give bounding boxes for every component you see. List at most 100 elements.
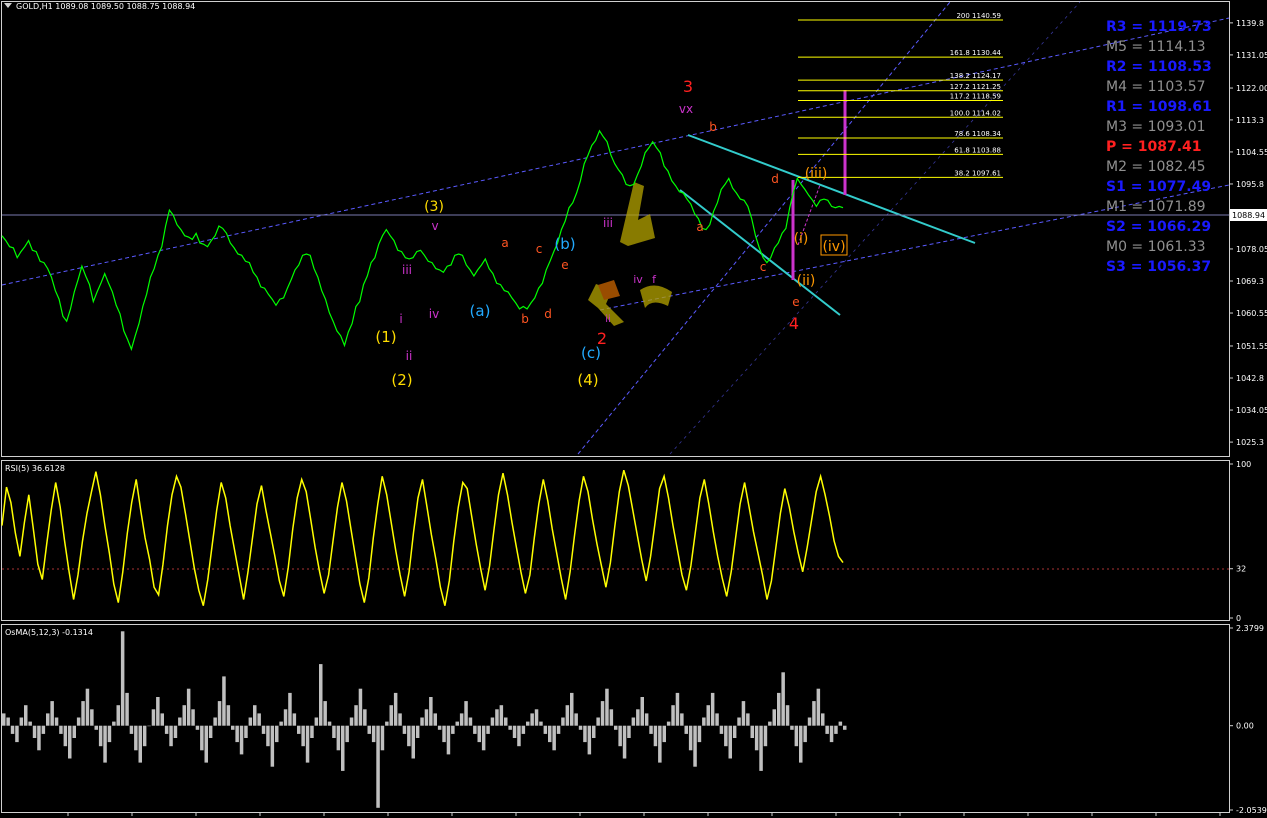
- osma-bar: [644, 713, 649, 726]
- osma-bar: [292, 713, 297, 726]
- pivot-level-label: S1 = 1077.49: [1106, 179, 1211, 195]
- osma-bar: [239, 725, 244, 755]
- osma-bar: [160, 713, 164, 726]
- osma-bar: [499, 705, 504, 726]
- osma-bar: [442, 725, 446, 743]
- osma-bar: [213, 717, 217, 726]
- osma-bar: [578, 725, 583, 730]
- osma-bar: [266, 725, 270, 747]
- pivot-level-label: R3 = 1119.73: [1106, 19, 1212, 35]
- osma-bar: [371, 725, 376, 743]
- osma-bar: [746, 713, 750, 726]
- osma-bar: [297, 725, 301, 734]
- osma-bar: [2, 713, 6, 726]
- osma-bar: [697, 725, 702, 743]
- osma-bar: [671, 705, 675, 726]
- price-tick-label: 1104.55: [1236, 148, 1267, 157]
- wave-label: (1): [375, 328, 396, 346]
- osma-bar: [618, 725, 622, 747]
- pivot-level-label: R2 = 1108.53: [1106, 59, 1212, 75]
- wave-label: (4): [577, 371, 598, 389]
- osma-bar: [658, 725, 662, 763]
- osma-bar: [508, 725, 512, 730]
- osma-bar: [257, 713, 261, 726]
- trading-chart[interactable]: GOLD,H1 1089.08 1089.50 1088.75 1088.94 …: [0, 0, 1267, 818]
- osma-bar: [129, 725, 134, 734]
- osma-bar: [138, 725, 142, 763]
- osma-bar: [517, 725, 521, 747]
- osma-bar: [37, 725, 41, 751]
- osma-bar: [688, 725, 693, 751]
- wave-label: (i): [794, 231, 809, 247]
- wave-label: ii: [406, 349, 413, 363]
- osma-bar: [283, 709, 288, 726]
- price-tick-label: 1060.55: [1236, 309, 1267, 318]
- osma-bar: [222, 676, 226, 726]
- osma-bar: [173, 725, 178, 738]
- osma-bar: [76, 717, 81, 726]
- osma-bar: [116, 705, 120, 726]
- osma-bar: [627, 725, 631, 738]
- osma-bar: [570, 692, 574, 726]
- pivot-level-label: M5 = 1114.13: [1106, 39, 1206, 55]
- osma-bar: [72, 725, 76, 738]
- osma-bar: [389, 705, 393, 726]
- osma-bar: [834, 725, 838, 734]
- osma-bar: [759, 725, 763, 771]
- osma-bar: [349, 717, 354, 726]
- osma-bar: [275, 725, 279, 743]
- pivot-level-label: M0 = 1061.33: [1106, 239, 1206, 255]
- osma-bar: [393, 692, 398, 726]
- osma-bar: [662, 725, 666, 743]
- osma-bar: [451, 725, 455, 734]
- current-price-marker: 1088.94: [1230, 209, 1267, 221]
- osma-bar: [367, 725, 371, 734]
- osma-bar: [534, 709, 539, 726]
- osma-bar: [226, 705, 231, 726]
- osma-bar: [424, 709, 429, 726]
- rsi-axis: 100 32 0: [1229, 460, 1251, 623]
- osma-bar: [169, 725, 173, 747]
- osma-tick-label: -2.0539: [1236, 806, 1267, 815]
- osma-bar: [512, 725, 517, 738]
- osma-bar: [481, 725, 486, 751]
- osma-bar: [543, 725, 548, 734]
- osma-bar: [411, 725, 415, 759]
- osma-bar: [750, 725, 754, 738]
- osma-bar: [693, 725, 697, 767]
- wave-label: iii: [603, 216, 613, 230]
- fib-level-label: 127.2 1121.25: [950, 83, 1001, 91]
- osma-bar: [195, 725, 200, 730]
- osma-bar: [208, 725, 213, 738]
- price-tick-label: 1078.05: [1236, 245, 1267, 254]
- wave-label: 3: [683, 77, 693, 96]
- osma-bar: [640, 697, 644, 726]
- fib-level-label: 100.0 1114.02: [950, 109, 1001, 117]
- osma-bar: [107, 725, 112, 743]
- osma-bar: [332, 725, 336, 738]
- wave-label: iv: [633, 273, 643, 286]
- wave-label: (b): [554, 235, 575, 253]
- osma-bar: [81, 701, 85, 726]
- osma-bar: [204, 725, 208, 763]
- osma-bar: [319, 664, 323, 726]
- wave-label: a: [501, 236, 508, 250]
- wave-label: c: [536, 242, 543, 256]
- price-tick-label: 1069.3: [1236, 277, 1264, 286]
- osma-bar: [464, 701, 468, 726]
- price-tick-label: 1042.8: [1236, 374, 1264, 383]
- price-panel-frame: [1, 1, 1230, 457]
- osma-bar: [90, 709, 94, 726]
- osma-bar: [816, 688, 821, 726]
- osma-bar: [94, 725, 98, 730]
- osma-bar: [843, 725, 847, 730]
- osma-bar: [526, 721, 530, 726]
- fib-level-label: 38.2 1097.61: [954, 169, 1001, 177]
- rsi-tick-label: 100: [1236, 460, 1251, 469]
- osma-bar: [741, 701, 746, 726]
- rsi-tick-label: 32: [1236, 565, 1246, 574]
- wave-label: d: [771, 172, 779, 186]
- pivot-level-label: S3 = 1056.37: [1106, 259, 1211, 275]
- osma-bar: [10, 725, 15, 734]
- osma-bar: [446, 725, 451, 755]
